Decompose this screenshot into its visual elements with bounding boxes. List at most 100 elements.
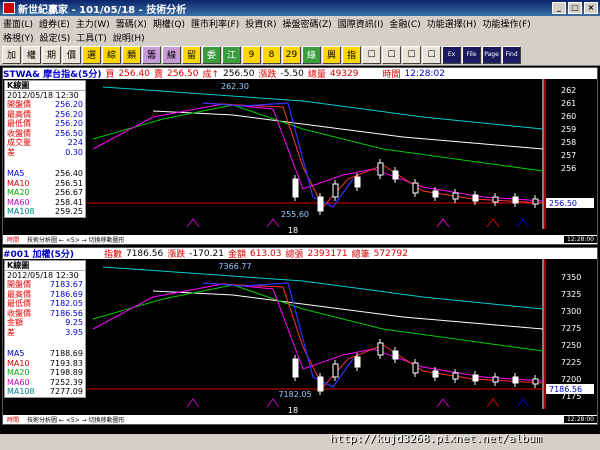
- info-label: 差: [7, 327, 15, 337]
- toolbar-button-12[interactable]: 江: [222, 45, 241, 64]
- info-date: 2012/05/18 12:30: [7, 90, 79, 100]
- info-label: MA5: [7, 349, 25, 358]
- info-row: 最低價 256.20: [5, 119, 85, 129]
- ma20-line: [92, 104, 544, 172]
- count-value: 572792: [373, 248, 408, 259]
- menu-item-2[interactable]: 證券(E): [36, 17, 73, 30]
- info-label: 開盤價: [7, 280, 31, 289]
- chart-panel-stwa[interactable]: STWA& 摩台指&(5分) 買 256.40 賣 256.50 成↑ 256.…: [2, 67, 598, 245]
- toolbar-button-7[interactable]: 類: [122, 45, 141, 64]
- bid-value: 256.40: [118, 68, 150, 79]
- toolbar-button-11[interactable]: 委: [202, 45, 221, 64]
- menu-item-4[interactable]: 說明(H): [110, 31, 148, 44]
- toolbar-button-26[interactable]: Find: [502, 45, 521, 64]
- menu-item-2[interactable]: 設定(S): [37, 31, 74, 44]
- y-tick-label: 7350: [561, 273, 581, 282]
- menu-item-12[interactable]: 功能操作(F): [479, 17, 533, 30]
- toolbar-button-20[interactable]: ☐: [382, 45, 401, 64]
- y-tick-label: 7250: [561, 341, 581, 350]
- ma60-line: [102, 86, 544, 130]
- footer-left: 時間: [7, 417, 20, 424]
- candle: [332, 363, 339, 378]
- info-value: 9.25: [65, 318, 83, 327]
- y-tick-label: 7275: [561, 324, 581, 333]
- toolbar-button-6[interactable]: 綜: [102, 45, 121, 64]
- close-button[interactable]: ×: [584, 2, 598, 14]
- toolbar-button-1[interactable]: 加: [2, 45, 21, 64]
- toolbar-button-15[interactable]: 29: [282, 45, 301, 64]
- menu-item-3[interactable]: 主力(W): [73, 17, 113, 30]
- toolbar-button-18[interactable]: 指: [342, 45, 361, 64]
- toolbar-button-24[interactable]: File: [462, 45, 481, 64]
- info-value: 7252.39: [49, 377, 83, 387]
- toolbar-button-3[interactable]: 期: [42, 45, 61, 64]
- candle: [354, 356, 361, 368]
- toolbar-button-16[interactable]: 綠: [302, 45, 321, 64]
- menu-item-3[interactable]: 工具(T): [73, 31, 110, 44]
- toolbar-button-13[interactable]: 9: [242, 45, 261, 64]
- menu-item-10[interactable]: 金融(C): [386, 17, 423, 30]
- info-label: MA10: [7, 358, 30, 368]
- signal-marker: [516, 218, 530, 228]
- candlestick-chart[interactable]: 262 261 260 259 258 257 256 262.30 255.60 18 256.5…: [3, 79, 597, 237]
- menu-item-11[interactable]: 功能選擇(H): [424, 17, 480, 30]
- price-line: [202, 282, 354, 388]
- ma20-line: [92, 284, 544, 352]
- info-value: 7183.67: [49, 280, 83, 289]
- info-label: MA10: [7, 178, 30, 188]
- info-row: 金額 9.25: [5, 318, 85, 328]
- menu-item-8[interactable]: 操盤密碼(Z): [279, 17, 334, 30]
- toolbar-button-17[interactable]: 興: [322, 45, 341, 64]
- info-value: 7277.09: [49, 387, 83, 396]
- info-row: MA20 256.67: [5, 188, 85, 198]
- chart-panel-taiex[interactable]: #001 加權(5分) 指數 7186.56 漲跌 -170.21 金額 613…: [2, 247, 598, 425]
- high-label: 262.30: [221, 82, 249, 91]
- info-row: MA108 7277.09: [5, 387, 85, 397]
- footer-time: 12:28:00: [564, 416, 597, 423]
- info-label: MA5: [7, 169, 25, 178]
- info-value: 224: [67, 138, 83, 147]
- toolbar-button-2[interactable]: 權: [22, 45, 41, 64]
- info-title: K線圖: [7, 261, 30, 270]
- menu-item-4[interactable]: 籌碼(X): [113, 17, 150, 30]
- info-label: 最高價: [7, 289, 31, 299]
- candlestick-chart[interactable]: 735073257300727572507225720071757366.777…: [3, 259, 597, 417]
- info-label: 最高價: [7, 109, 31, 119]
- menu-item-1[interactable]: 格視(Y): [0, 31, 37, 44]
- toolbar-button-4[interactable]: 價: [62, 45, 81, 64]
- quote-header: STWA& 摩台指&(5分) 買 256.40 賣 256.50 成↑ 256.…: [3, 68, 597, 80]
- maximize-button[interactable]: □: [568, 2, 582, 14]
- info-row: MA108 259.25: [5, 207, 85, 217]
- info-value: 7193.83: [49, 358, 83, 368]
- info-label: MA20: [7, 368, 30, 377]
- info-label: 金額: [7, 318, 23, 327]
- toolbar-button-25[interactable]: Page: [482, 45, 501, 64]
- toolbar-button-5[interactable]: 選: [82, 45, 101, 64]
- menu-item-5[interactable]: 期權(Q): [150, 17, 188, 30]
- toolbar-button-9[interactable]: 線: [162, 45, 181, 64]
- change-value: -5.50: [280, 68, 304, 79]
- ma60-line: [102, 266, 544, 310]
- menu-item-7[interactable]: 投資(R): [242, 17, 279, 30]
- candle: [452, 372, 459, 380]
- volume-value: 2393171: [307, 248, 348, 259]
- menu-item-6[interactable]: 匯市利率(F): [188, 17, 242, 30]
- toolbar-button-8[interactable]: 籌: [142, 45, 161, 64]
- toolbar-button-14[interactable]: 8: [262, 45, 281, 64]
- toolbar-button-10[interactable]: 留: [182, 45, 201, 64]
- minimize-button[interactable]: _: [552, 2, 566, 14]
- toolbar-button-22[interactable]: ☐: [422, 45, 441, 64]
- info-value: 7198.89: [49, 368, 83, 377]
- y-tick-label: 262: [561, 86, 576, 95]
- info-row: 開盤價 7183.67: [5, 280, 85, 290]
- toolbar-button-19[interactable]: ☐: [362, 45, 381, 64]
- y-tick-label: 7225: [561, 358, 581, 367]
- panel-footer: 時間 技術分析圖 ← <5> → 切換移動圖形 12:28:00: [3, 235, 597, 244]
- ask-value: 256.50: [166, 68, 199, 79]
- menu-item-9[interactable]: 國際資訊(I): [335, 17, 387, 30]
- info-row: 開盤價 256.20: [5, 100, 85, 110]
- menu-item-1[interactable]: 畫面(L): [0, 17, 36, 30]
- toolbar-button-23[interactable]: Ex: [442, 45, 461, 64]
- toolbar-button-21[interactable]: ☐: [402, 45, 421, 64]
- candle: [412, 182, 419, 194]
